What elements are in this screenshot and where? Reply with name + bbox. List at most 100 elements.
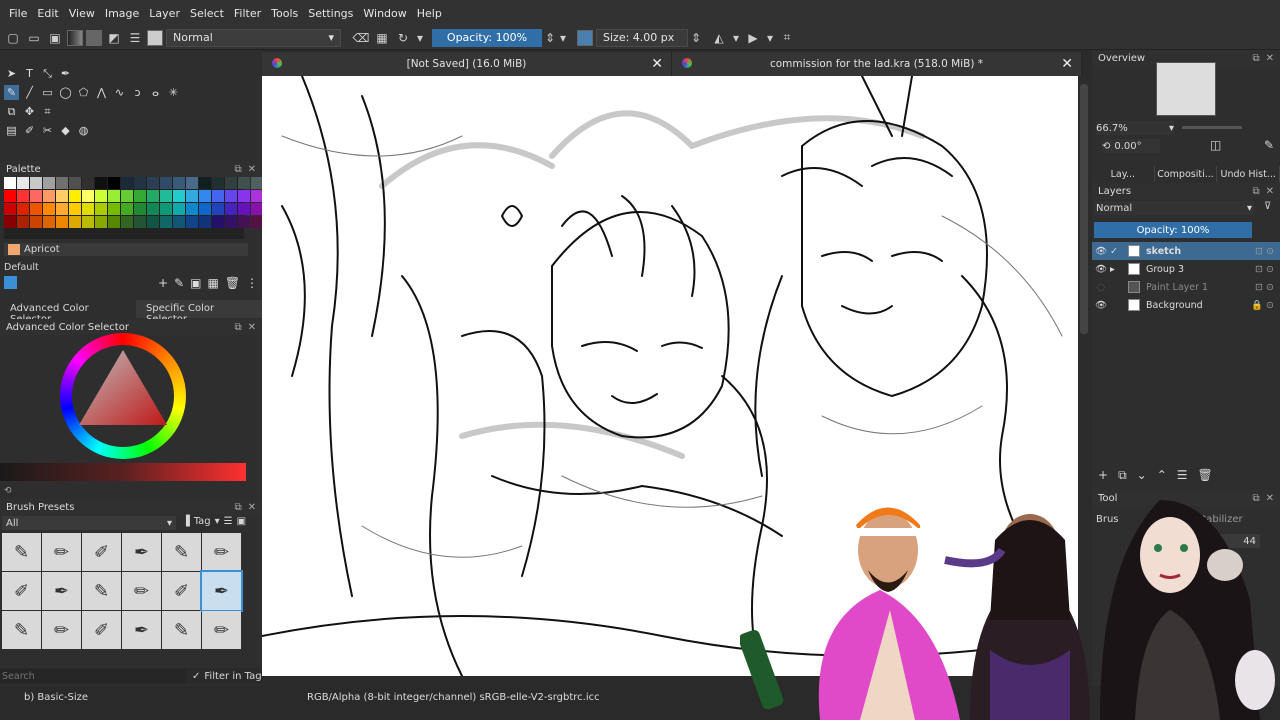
- brush-preset-selected[interactable]: ✒: [200, 570, 243, 612]
- fg-bg-color-icon[interactable]: ◩: [105, 29, 123, 47]
- checkmark-icon[interactable]: ✓: [192, 671, 200, 682]
- polygon-tool-icon[interactable]: ⬠: [76, 85, 91, 100]
- palette-swatch[interactable]: [121, 216, 133, 228]
- size-slider[interactable]: Size: 4.00 px: [596, 28, 688, 47]
- palette-swatch[interactable]: [4, 203, 16, 215]
- menu-image[interactable]: Image: [100, 7, 144, 20]
- palette-swatch-grid[interactable]: [4, 177, 263, 239]
- palette-swatch[interactable]: [212, 190, 224, 202]
- smart-patch-icon[interactable]: ✂: [40, 123, 55, 138]
- lock-icon[interactable]: ⊡ ⊙: [1240, 264, 1280, 275]
- menu-window[interactable]: Window: [358, 7, 411, 20]
- palette-swatch[interactable]: [225, 190, 237, 202]
- save-palette-icon[interactable]: ▣: [190, 276, 201, 290]
- menu-file[interactable]: File: [4, 7, 32, 20]
- menu-help[interactable]: Help: [412, 7, 447, 20]
- palette-swatch[interactable]: [199, 216, 211, 228]
- menu-settings[interactable]: Settings: [303, 7, 358, 20]
- color-triangle[interactable]: [60, 333, 186, 459]
- layer-row-sketch[interactable]: 👁 ✓ sketch ⊡ ⊙: [1092, 242, 1280, 260]
- palette-swatch[interactable]: [173, 190, 185, 202]
- chevron-down-icon[interactable]: ▾: [765, 29, 775, 47]
- checkmark-icon[interactable]: ✓: [1110, 246, 1120, 257]
- tab-specific-color[interactable]: Specific Color Selector: [135, 300, 262, 325]
- refresh-icon[interactable]: ⟲: [4, 486, 12, 496]
- brush-preset[interactable]: ✒: [42, 572, 81, 610]
- palette-swatch[interactable]: [173, 203, 185, 215]
- fill-tool-icon[interactable]: ◆: [58, 123, 73, 138]
- float-icon[interactable]: ⧉: [234, 322, 241, 333]
- more-icon[interactable]: ⋮: [246, 276, 258, 290]
- ellipse-tool-icon[interactable]: ◯: [58, 85, 73, 100]
- palette-swatch[interactable]: [147, 203, 159, 215]
- palette-swatch[interactable]: [17, 203, 29, 215]
- list-view-icon[interactable]: ☰: [224, 516, 233, 527]
- tab-not-saved[interactable]: [Not Saved] (16.0 MiB) ✕: [262, 52, 672, 76]
- eraser-icon[interactable]: ⌫: [352, 29, 370, 47]
- palette-swatch[interactable]: [225, 216, 237, 228]
- polyline-tool-icon[interactable]: ⋀: [94, 85, 109, 100]
- palette-swatch[interactable]: [160, 190, 172, 202]
- gradient-swatch[interactable]: [67, 29, 83, 46]
- opacity-slider[interactable]: Opacity: 100%: [432, 28, 542, 47]
- palette-swatch[interactable]: [134, 190, 146, 202]
- chevron-down-icon[interactable]: ▾: [558, 29, 568, 47]
- palette-swatch[interactable]: [56, 190, 68, 202]
- palette-swatch[interactable]: [173, 177, 185, 189]
- brush-preset-swatch[interactable]: [147, 29, 163, 46]
- brush-preset[interactable]: ✏: [42, 533, 81, 571]
- palette-swatch[interactable]: [160, 216, 172, 228]
- new-document-icon[interactable]: ▢: [4, 29, 22, 47]
- add-icon[interactable]: +: [158, 276, 168, 290]
- scrollbar-thumb[interactable]: [1080, 84, 1088, 334]
- tab-undo-history[interactable]: Undo Hist...: [1217, 166, 1280, 182]
- palette-swatch[interactable]: [69, 177, 81, 189]
- layer-opacity-slider[interactable]: Opacity: 100%: [1094, 222, 1252, 238]
- brush-preset[interactable]: ✏: [42, 611, 81, 649]
- palette-swatch[interactable]: [82, 216, 94, 228]
- reference-tool-icon[interactable]: ◍: [76, 123, 91, 138]
- brush-preset[interactable]: ✏: [122, 572, 161, 610]
- palette-swatch[interactable]: [186, 177, 198, 189]
- palette-swatch[interactable]: [160, 177, 172, 189]
- brush-preset[interactable]: ✒: [122, 611, 161, 649]
- crop-icon[interactable]: ⌗: [778, 29, 796, 47]
- palette-swatch[interactable]: [199, 190, 211, 202]
- dynamic-brush-icon[interactable]: ⴰ: [148, 85, 163, 100]
- palette-swatch[interactable]: [69, 216, 81, 228]
- pin-icon[interactable]: ✎: [1264, 138, 1274, 152]
- palette-swatch[interactable]: [212, 177, 224, 189]
- palette-swatch[interactable]: [30, 216, 42, 228]
- brush-preset[interactable]: ✐: [82, 533, 121, 571]
- brush-preset[interactable]: ✏: [202, 611, 241, 649]
- layer-row-background[interactable]: 👁 Background 🔒 ⊙: [1092, 296, 1280, 314]
- grid-icon[interactable]: ▦: [207, 276, 218, 290]
- chevron-down-icon[interactable]: ▾: [731, 29, 741, 47]
- palette-swatch[interactable]: [238, 216, 250, 228]
- expand-icon[interactable]: ▸: [1110, 264, 1120, 275]
- close-icon[interactable]: ✕: [248, 502, 256, 513]
- palette-swatch[interactable]: [173, 216, 185, 228]
- grid-view-icon[interactable]: ▣: [237, 516, 246, 527]
- menu-select[interactable]: Select: [185, 7, 229, 20]
- float-icon[interactable]: ⧉: [1252, 53, 1259, 64]
- filter-icon[interactable]: ⊽: [1264, 201, 1271, 212]
- tag-label[interactable]: Tag: [194, 516, 211, 527]
- spin-arrows-icon[interactable]: ⇕: [545, 29, 555, 47]
- text-tool-icon[interactable]: T: [22, 66, 37, 81]
- layer-blend-mode-select[interactable]: Normal ▾: [1094, 201, 1254, 215]
- palette-swatch[interactable]: [17, 190, 29, 202]
- brush-preset[interactable]: ✐: [82, 611, 121, 649]
- palette-swatch[interactable]: [186, 190, 198, 202]
- delete-icon[interactable]: 🗑: [225, 276, 240, 290]
- brush-search-input[interactable]: [0, 669, 186, 683]
- menu-filter[interactable]: Filter: [229, 7, 266, 20]
- palette-swatch[interactable]: [30, 203, 42, 215]
- palette-swatch[interactable]: [82, 190, 94, 202]
- brush-preset[interactable]: ✐: [162, 572, 201, 610]
- close-icon[interactable]: ✕: [1061, 56, 1073, 72]
- palette-swatch[interactable]: [147, 216, 159, 228]
- palette-swatch[interactable]: [160, 203, 172, 215]
- palette-swatch[interactable]: [108, 190, 120, 202]
- calligraphy-icon[interactable]: ✒: [58, 66, 73, 81]
